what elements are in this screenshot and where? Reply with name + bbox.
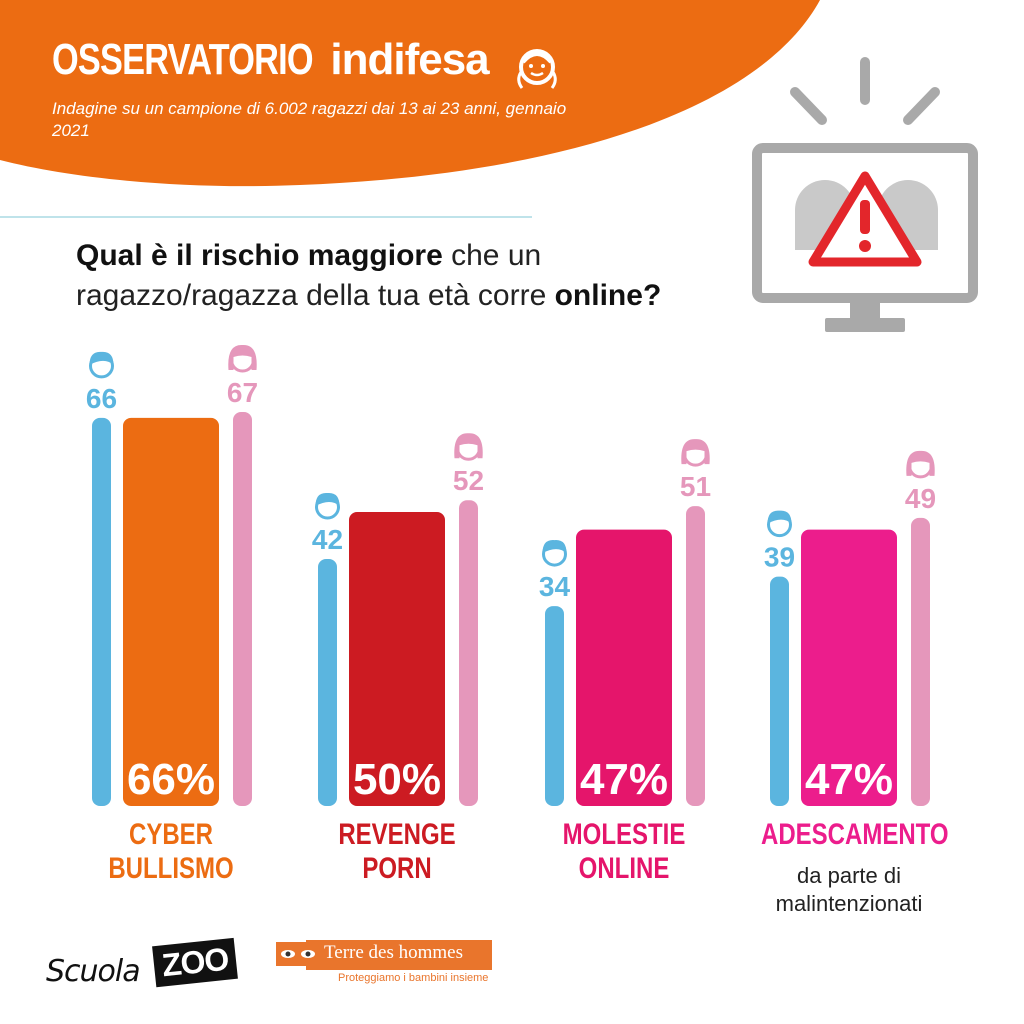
girl-icon: [681, 439, 710, 467]
total-value-label: 47%: [580, 755, 668, 804]
brand-indifesa: indifesa: [330, 35, 489, 84]
boy-icon: [767, 510, 792, 538]
category-label: ADESCAMENTO: [761, 818, 949, 851]
girl-icon: [454, 433, 483, 461]
girl-logo-icon: [517, 49, 557, 89]
total-value-label: 47%: [805, 755, 893, 804]
category-label: BULLISMO: [108, 852, 234, 885]
eyes-icon: [276, 942, 320, 966]
girls-bar: [459, 500, 478, 806]
survey-subtitle: Indagine su un campione di 6.002 ragazzi…: [52, 99, 567, 140]
boy-icon: [542, 540, 567, 567]
girls-value-label: 67: [227, 377, 258, 408]
terre-des-hommes-logo: Terre des hommes Proteggiamo i bambini i…: [276, 940, 496, 990]
category-label: ONLINE: [578, 852, 670, 885]
tdh-name: Terre des hommes: [324, 942, 464, 963]
category-label: PORN: [362, 852, 432, 885]
tdh-tagline: Proteggiamo i bambini insieme: [338, 972, 489, 984]
boys-value-label: 39: [764, 542, 795, 573]
total-value-label: 50%: [353, 755, 441, 804]
category-label: CYBER: [128, 818, 213, 851]
girl-icon: [228, 345, 257, 373]
scuolazoo-logo: Scuola ZOO: [46, 936, 246, 996]
boys-bar: [770, 576, 789, 806]
brand-logo: OSSERVATORIO indifesa: [52, 34, 490, 86]
boys-value-label: 66: [86, 383, 117, 414]
question-bold-2: online?: [554, 279, 662, 312]
scuolazoo-text-2: ZOO: [152, 937, 239, 988]
boy-icon: [315, 492, 340, 520]
total-bar: [123, 417, 219, 806]
girls-value-label: 49: [905, 483, 936, 514]
category-label: REVENGE: [338, 818, 456, 851]
total-value-label: 66%: [127, 755, 215, 804]
girl-icon: [906, 450, 935, 479]
girls-bar: [911, 517, 930, 806]
boys-value-label: 42: [312, 524, 343, 555]
girls-bar: [686, 506, 705, 806]
girls-value-label: 51: [680, 471, 711, 502]
survey-question: Qual è il rischio maggiore che un ragazz…: [76, 236, 736, 316]
question-bold-1: Qual è il rischio maggiore: [76, 239, 443, 272]
brand-observatory: OSSERVATORIO: [52, 35, 314, 84]
monitor-warning-icon: [752, 57, 978, 332]
girls-value-label: 52: [453, 465, 484, 496]
boys-bar: [545, 606, 564, 806]
divider-line: [0, 216, 532, 218]
category-label: MOLESTIE: [562, 818, 686, 851]
boy-icon: [89, 351, 114, 379]
girls-bar: [233, 412, 252, 806]
scuolazoo-text-1: Scuola: [46, 954, 141, 989]
boys-value-label: 34: [539, 571, 571, 602]
boys-bar: [318, 559, 337, 806]
category-sub-label: da parte di malintenzionati: [775, 863, 923, 916]
boys-bar: [92, 417, 111, 806]
